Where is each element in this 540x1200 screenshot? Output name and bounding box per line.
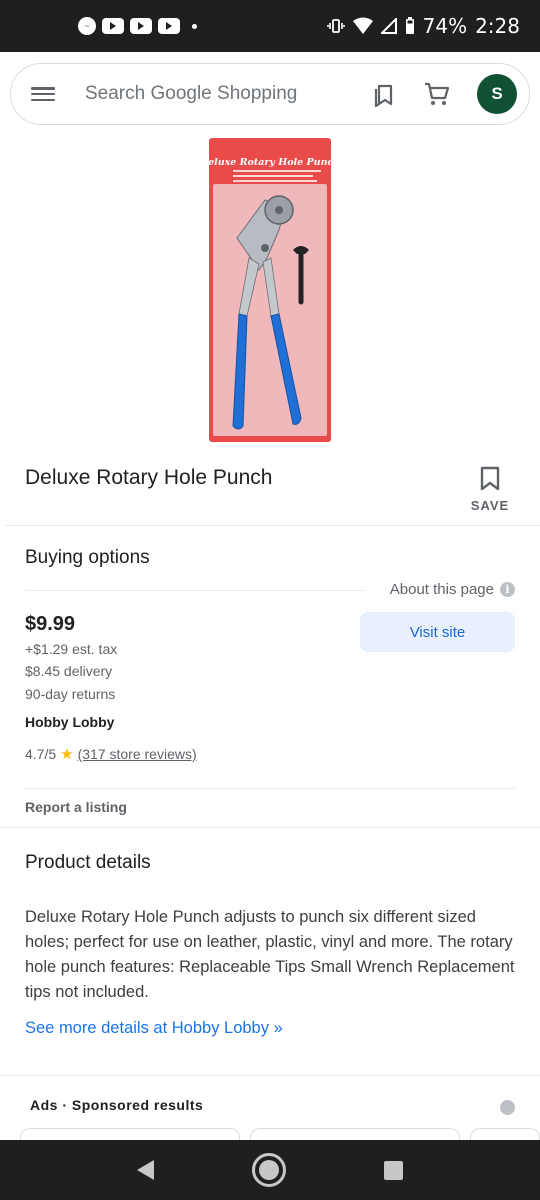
product-description: Deluxe Rotary Hole Punch adjusts to punc… [25,908,515,1001]
store-name: Hobby Lobby [25,714,115,730]
buying-options-heading: Buying options [25,547,150,568]
shopping-cart-icon[interactable] [423,80,451,108]
product-image[interactable]: Deluxe Rotary Hole Punch [199,138,340,442]
sponsored-results-label: Ads · Sponsored results [30,1097,204,1113]
visit-site-button[interactable]: Visit site [360,612,515,652]
divider [25,788,515,789]
rating-value: 4.7/5 [25,746,57,762]
signal-icon [380,18,397,34]
youtube-icon [158,18,180,34]
account-avatar[interactable]: S [477,74,517,114]
search-input[interactable]: Search Google Shopping [85,83,347,105]
more-details-link[interactable]: See more details at Hobby Lobby » [25,1019,283,1038]
star-icon: ★ [60,746,74,763]
search-bar: Search Google Shopping S [10,63,530,125]
battery-icon [405,17,415,35]
return-policy: 90-day returns [25,686,116,702]
notification-icons [78,17,197,35]
divider [25,590,365,591]
about-this-page-label: About this page [389,581,494,598]
delivery-cost: $8.45 delivery [25,663,113,679]
recent-apps-icon[interactable] [384,1160,403,1180]
more-notifications-dot [192,23,197,29]
vibrate-icon [326,17,345,35]
divider [0,827,540,828]
divider [0,1075,540,1076]
info-icon: i [500,582,515,597]
menu-icon[interactable] [31,82,55,106]
save-label: SAVE [470,498,510,513]
save-button[interactable]: SAVE [466,466,514,513]
product-details-heading: Product details [25,852,151,873]
saved-items-icon[interactable] [371,80,399,108]
clock: 2:28 [475,14,520,38]
tax-estimate: +$1.29 est. tax [25,641,118,657]
bookmark-icon [480,466,500,491]
divider [5,525,540,526]
messenger-icon [78,17,96,35]
system-status: 74% 2:28 [326,14,520,38]
price: $9.99 [25,613,76,635]
youtube-icon [130,18,152,34]
system-nav-bar [0,1140,540,1200]
status-bar: 74% 2:28 [0,0,540,52]
battery-percentage: 74% [422,14,468,38]
package-label: Deluxe Rotary Hole Punch [209,157,331,168]
store-reviews-link[interactable]: (317 store reviews) [78,746,197,762]
store-rating: 4.7/5 ★ (317 store reviews) [25,745,197,763]
about-this-page-link[interactable]: About this page i [390,581,515,598]
ads-info-icon[interactable] [500,1100,515,1115]
youtube-icon [102,18,124,34]
wifi-icon [352,17,373,35]
product-title: Deluxe Rotary Hole Punch [25,466,273,489]
report-listing-link[interactable]: Report a listing [25,799,127,815]
back-icon[interactable] [137,1160,154,1180]
home-icon[interactable] [252,1153,286,1187]
